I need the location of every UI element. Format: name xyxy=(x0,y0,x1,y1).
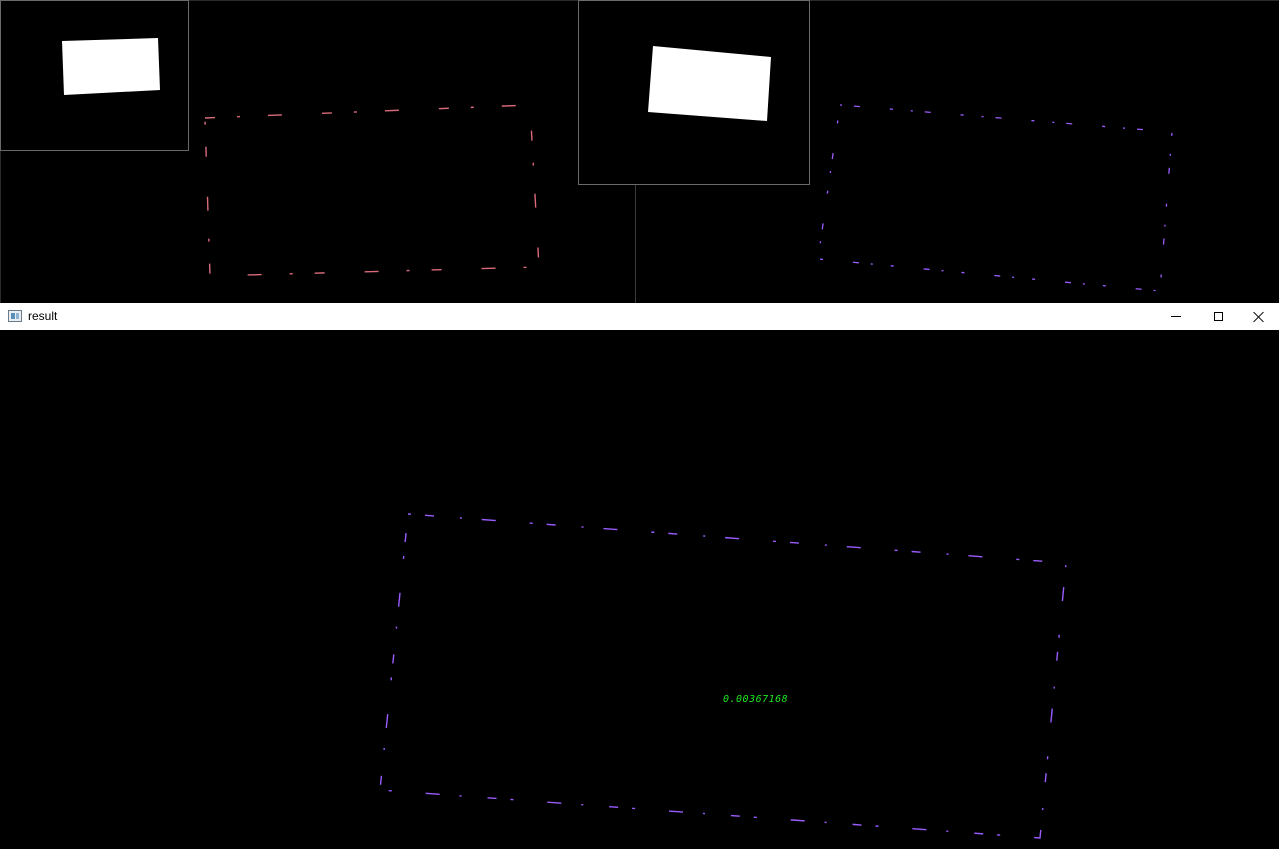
minimize-icon xyxy=(1171,316,1181,317)
close-button[interactable] xyxy=(1238,303,1279,330)
mask-shape-right xyxy=(648,46,771,121)
background-windows xyxy=(0,0,1279,303)
match-score-label: 0.00367168 xyxy=(723,694,789,705)
title-bar[interactable]: result xyxy=(0,303,1279,330)
contour-result-outline xyxy=(379,513,1067,839)
result-canvas: 0.00367168 xyxy=(0,330,1279,849)
result-window: result 0.00367168 xyxy=(0,303,1279,849)
window-title: result xyxy=(28,309,58,323)
mask-shape-left xyxy=(62,38,160,95)
minimize-button[interactable] xyxy=(1155,303,1197,330)
contour-left xyxy=(204,104,540,277)
contour-result xyxy=(379,513,1067,839)
mask-rectangle-right xyxy=(648,46,771,121)
maximize-icon xyxy=(1213,312,1223,321)
contour-right-outline xyxy=(817,104,1173,292)
contour-right xyxy=(817,104,1173,292)
close-icon xyxy=(1253,311,1265,323)
maximize-button[interactable] xyxy=(1197,303,1239,330)
mask-thumbnail-left xyxy=(0,0,189,151)
mask-rectangle-left xyxy=(62,38,160,95)
mask-thumbnail-right xyxy=(578,0,810,185)
contour-left-outline xyxy=(204,104,540,277)
app-icon xyxy=(8,310,22,322)
